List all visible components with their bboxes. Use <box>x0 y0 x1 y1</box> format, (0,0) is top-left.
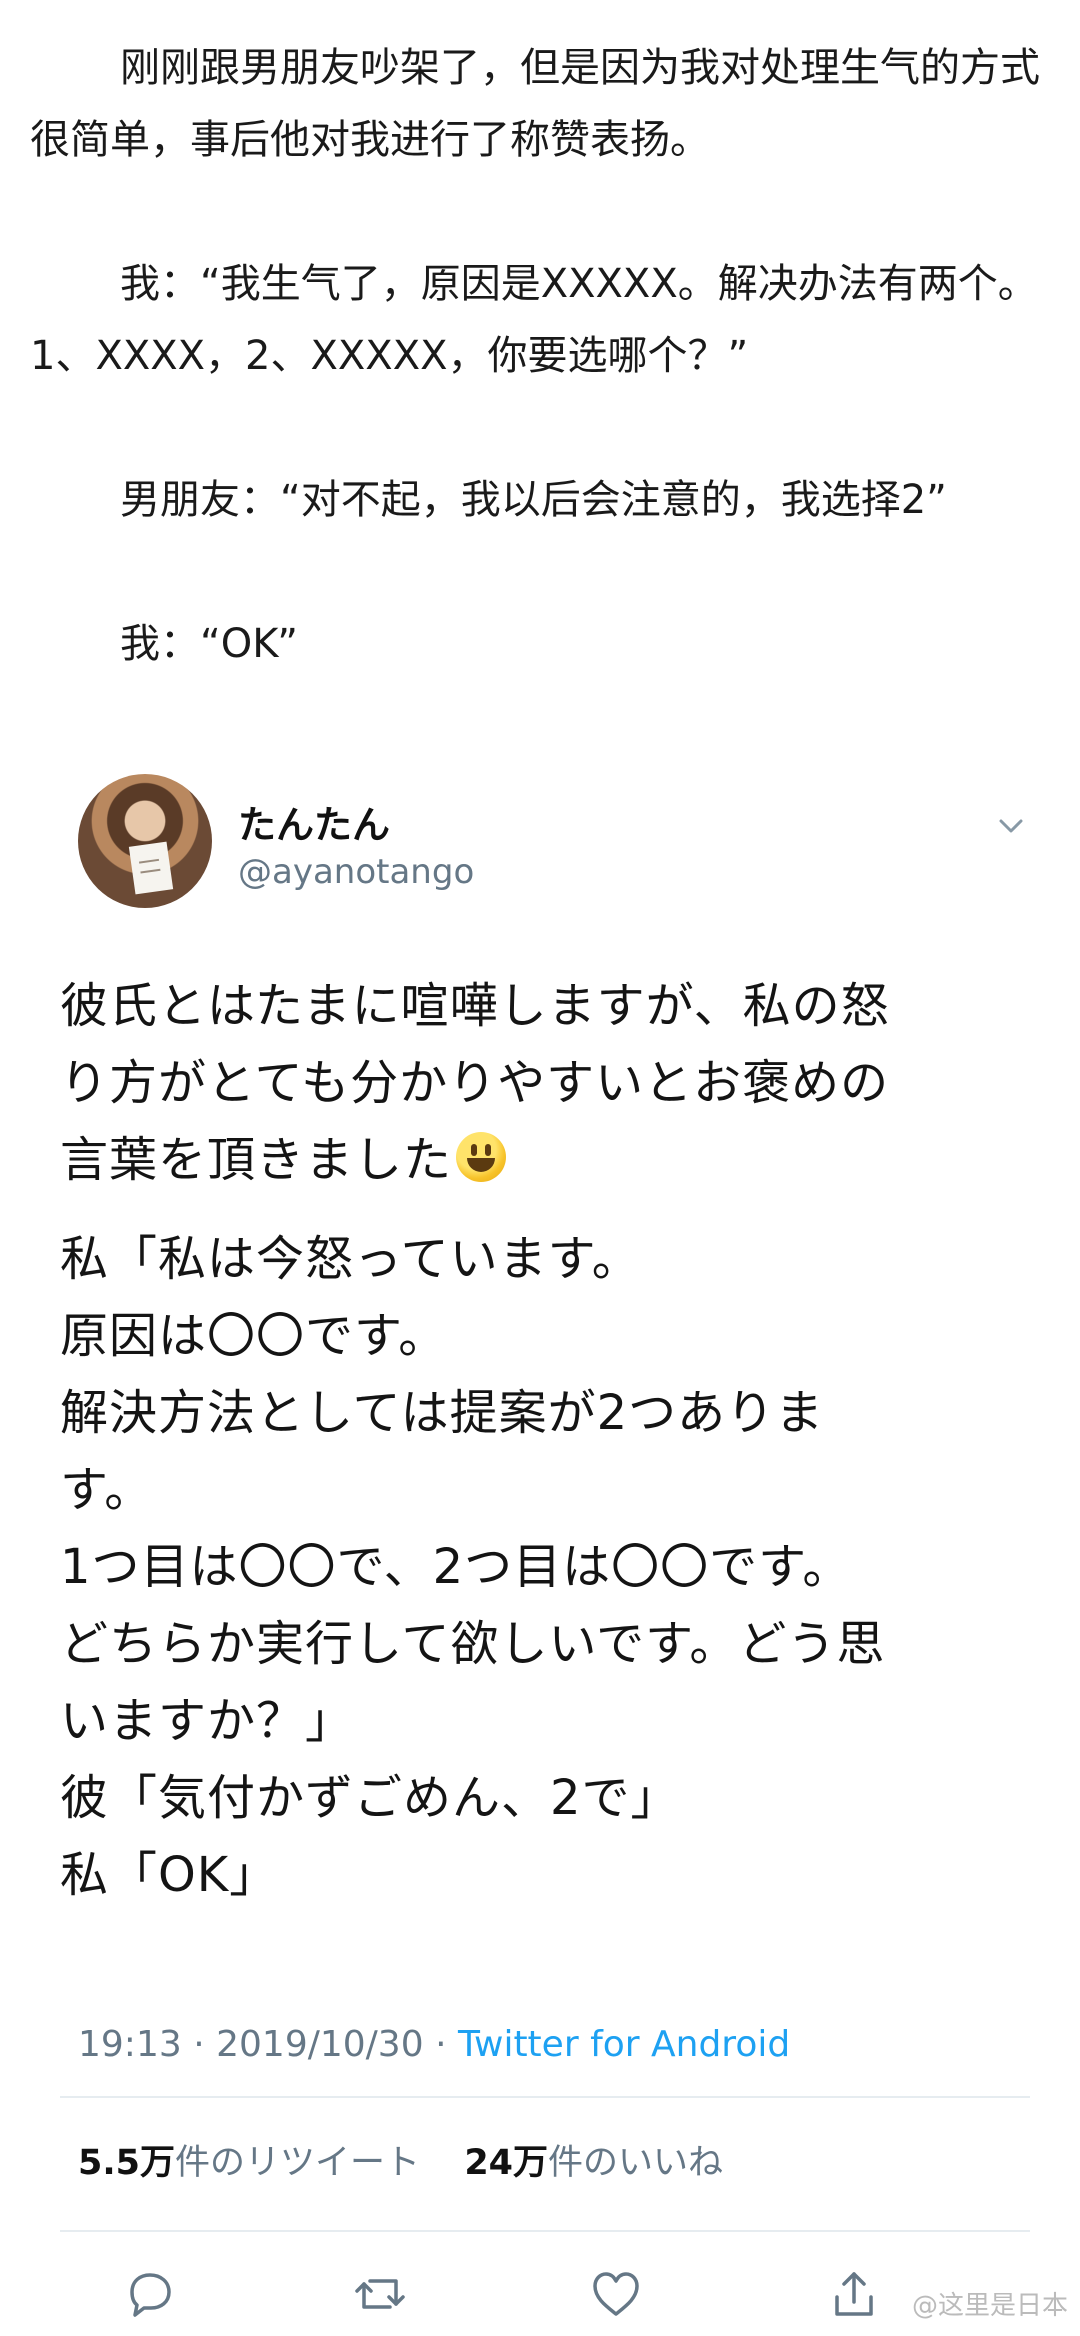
meta-separator: · <box>435 2024 447 2065</box>
intro-paragraph: 我：“我生气了，原因是XXXXX。解决办法有两个。1、XXXX，2、XXXXX，… <box>30 261 1038 379</box>
tweet-line-text: 言葉を頂きました <box>60 1132 453 1188</box>
divider <box>60 2096 1030 2098</box>
tweet-time: 19:13 <box>78 2024 182 2065</box>
tweet-line: どちらか実行して欲しいです。どう思 <box>60 1616 886 1672</box>
avatar-photo-card <box>128 841 174 895</box>
retweet-count[interactable]: 5.5万 <box>78 2143 175 2183</box>
like-label[interactable]: 件のいいね <box>548 2143 723 2183</box>
tweet-line: 彼氏とはたまに喧嘩しますが、私の怒 <box>60 978 890 1034</box>
intro-paragraph: 男朋友：“对不起，我以后会注意的，我选择2” <box>120 477 947 523</box>
retweet-label[interactable]: 件のリツイート <box>175 2143 420 2183</box>
tweet-card: たんたん @ayanotango 彼氏とはたまに喧嘩しますが、私の怒 り方がとて… <box>60 770 1030 2317</box>
tweet-line: 私「私は今怒っています。 <box>60 1231 641 1287</box>
heart-icon[interactable] <box>588 2266 644 2322</box>
tweet-meta: 19:13 · 2019/10/30 · Twitter for Android <box>78 2024 790 2065</box>
like-count[interactable]: 24万 <box>464 2143 548 2183</box>
avatar[interactable] <box>78 774 212 908</box>
tweet-line: り方がとても分かりやすいとお褒めの <box>60 1055 890 1111</box>
tweet-text: 彼氏とはたまに喧嘩しますが、私の怒 り方がとても分かりやすいとお褒めの 言葉を頂… <box>60 968 1030 1914</box>
meta-separator: · <box>193 2024 205 2065</box>
tweet-line: 解決方法としては提案が2つありま <box>60 1385 825 1441</box>
tweet-line: 原因は〇〇です。 <box>60 1308 448 1364</box>
tweet-stats: 5.5万件のリツイート 24万件のいいね <box>78 2134 723 2185</box>
share-icon[interactable] <box>826 2266 882 2322</box>
tweet-line: いますか？」 <box>60 1693 355 1749</box>
tweet-date: 2019/10/30 <box>216 2024 424 2065</box>
tweet-source-link[interactable]: Twitter for Android <box>458 2024 790 2065</box>
user-handle[interactable]: @ayanotango <box>238 852 474 892</box>
emoji-mouth <box>467 1158 496 1172</box>
tweet-header: たんたん @ayanotango <box>60 770 1030 920</box>
intro-text: 刚刚跟男朋友吵架了，但是因为我对处理生气的方式很简单，事后他对我进行了称赞表扬。… <box>30 32 1050 752</box>
tweet-line-gap <box>60 1199 1020 1221</box>
intro-paragraph: 刚刚跟男朋友吵架了，但是因为我对处理生气的方式很简单，事后他对我进行了称赞表扬。 <box>30 45 1040 163</box>
tweet-actions <box>60 2266 1030 2336</box>
display-name[interactable]: たんたん <box>238 794 390 849</box>
intro-paragraph: 我：“OK” <box>120 621 298 667</box>
tweet-line: 言葉を頂きました <box>60 1122 1020 1199</box>
tweet-line: す。 <box>60 1462 154 1518</box>
chevron-down-icon[interactable] <box>992 806 1030 844</box>
grinning-face-emoji <box>456 1132 507 1182</box>
tweet-line: 彼「気付かずごめん、2で」 <box>60 1770 680 1826</box>
watermark: @这里是日本 <box>911 2291 1068 2321</box>
retweet-icon[interactable] <box>352 2266 408 2322</box>
tweet-line: 1つ目は〇〇で、2つ目は〇〇です。 <box>60 1539 852 1595</box>
reply-icon[interactable] <box>122 2266 178 2322</box>
divider <box>60 2230 1030 2232</box>
tweet-line: 私「OK」 <box>60 1847 279 1903</box>
